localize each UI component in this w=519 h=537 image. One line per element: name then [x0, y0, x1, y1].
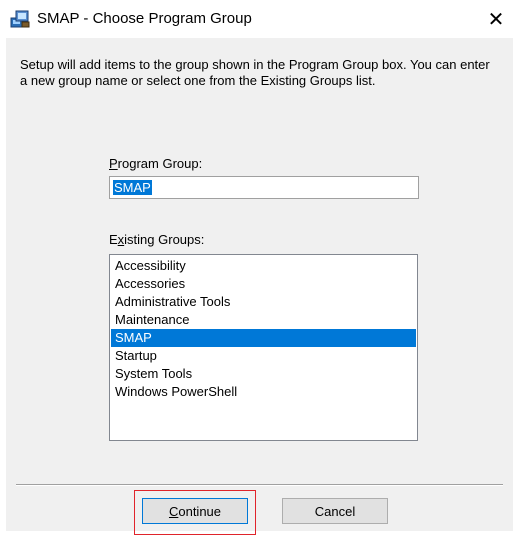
window-title: SMAP - Choose Program Group [37, 10, 252, 27]
list-item-selected[interactable]: SMAP [111, 329, 416, 347]
dialog-body: Setup will add items to the group shown … [6, 38, 513, 535]
setup-computer-icon [10, 10, 30, 28]
list-item[interactable]: Accessories [111, 275, 416, 293]
list-item[interactable]: Administrative Tools [111, 293, 416, 311]
existing-groups-label: Existing Groups: [109, 232, 205, 247]
cancel-button[interactable]: Cancel [282, 498, 388, 524]
existing-groups-list[interactable]: Accessibility Accessories Administrative… [109, 254, 418, 441]
program-group-value: SMAP [113, 180, 152, 195]
list-item[interactable]: Accessibility [111, 257, 416, 275]
program-group-input[interactable]: SMAP [109, 176, 419, 199]
continue-button[interactable]: Continue [142, 498, 248, 524]
list-item[interactable]: System Tools [111, 365, 416, 383]
intro-text: Setup will add items to the group shown … [20, 57, 490, 88]
list-item[interactable]: Maintenance [111, 311, 416, 329]
divider [16, 484, 503, 486]
close-icon: ✕ [487, 8, 505, 31]
list-item[interactable]: Startup [111, 347, 416, 365]
program-group-label: Program Group: [109, 156, 203, 171]
close-button[interactable]: ✕ [473, 0, 519, 38]
title-bar[interactable]: SMAP - Choose Program Group ✕ [0, 0, 519, 38]
list-item[interactable]: Windows PowerShell [111, 383, 416, 401]
